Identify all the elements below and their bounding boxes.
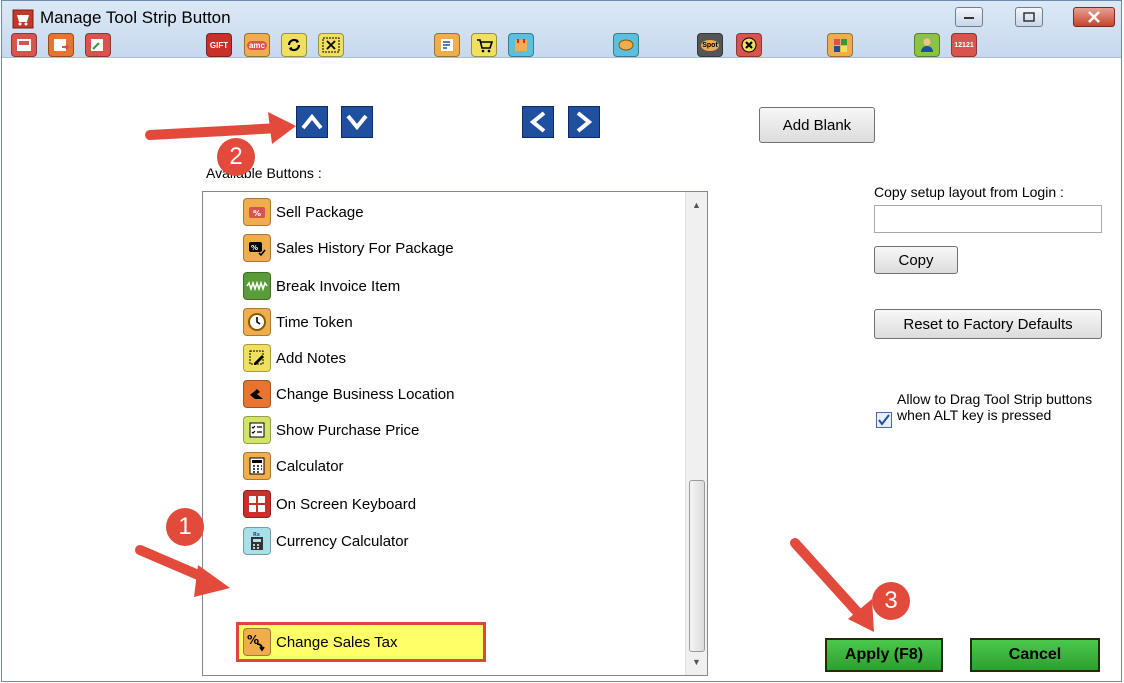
gift-label: GIFT: [209, 40, 229, 50]
minimize-icon: [964, 17, 974, 19]
list-item-label: Show Purchase Price: [276, 421, 420, 439]
allow-drag-checkbox[interactable]: [876, 412, 892, 428]
list-item[interactable]: % Sell Package: [243, 196, 683, 228]
dialog-body: Add Blank Available Buttons : % Sell Pac…: [2, 58, 1121, 683]
title-bar: Manage Tool Strip Button GIFT amc Spot 1…: [2, 1, 1121, 58]
login-input[interactable]: [874, 205, 1102, 233]
minimize-button[interactable]: [955, 7, 983, 27]
svg-text:%: %: [253, 209, 261, 218]
cancel-icon[interactable]: [736, 33, 762, 57]
list-item-label: Change Business Location: [276, 385, 455, 403]
close-button[interactable]: [1073, 7, 1115, 27]
svg-text:Rs: Rs: [253, 532, 260, 538]
maximize-icon: [1023, 12, 1035, 22]
list-item-label: Time Token: [276, 313, 353, 331]
list-item[interactable]: Add Notes: [243, 342, 683, 374]
callout-badge-3: 3: [872, 582, 910, 620]
available-buttons-list[interactable]: % Sell Package % Sales History For Packa…: [202, 191, 708, 676]
scroll-thumb[interactable]: [689, 480, 705, 652]
callout-badge-2: 2: [217, 138, 255, 176]
arrow-left-icon: [530, 111, 546, 133]
window-title: Manage Tool Strip Button: [40, 8, 231, 27]
calendar-icon[interactable]: 12121: [951, 33, 977, 57]
list-item-label: Add Notes: [276, 349, 347, 367]
keyboard-icon: [243, 490, 271, 518]
list-item[interactable]: % Sales History For Package: [243, 232, 683, 264]
list-item-label: Change Sales Tax: [276, 633, 398, 651]
list-item[interactable]: Change Business Location: [243, 378, 683, 410]
move-left-button[interactable]: [522, 106, 554, 138]
arrow-right-icon: [576, 111, 592, 133]
scroll-up-icon[interactable]: ▲: [692, 200, 702, 210]
list-scrollbar[interactable]: ▲ ▼: [685, 192, 707, 675]
close-icon: [1088, 11, 1100, 23]
callout-badge-1: 1: [166, 508, 204, 546]
list-item-label: Sales History For Package: [276, 239, 454, 257]
maximize-button[interactable]: [1015, 7, 1043, 27]
checklist-icon: [243, 416, 271, 444]
refresh-icon[interactable]: [281, 33, 307, 57]
register-icon[interactable]: [11, 33, 37, 57]
reports-icon[interactable]: [508, 33, 534, 57]
cart-icon: [12, 9, 34, 34]
check-icon: [878, 414, 890, 426]
arrow-down-icon: [346, 114, 368, 130]
move-down-button[interactable]: [341, 106, 373, 138]
svg-text:%: %: [251, 244, 258, 252]
package-icon: %: [243, 198, 271, 226]
copy-from-login-label: Copy setup layout from Login :: [874, 184, 1064, 200]
apply-button[interactable]: Apply (F8): [825, 638, 943, 672]
location-icon: [243, 380, 271, 408]
break-invoice-icon: [243, 272, 271, 300]
arrow-up-icon: [301, 114, 323, 130]
list-item[interactable]: Calculator: [243, 450, 683, 482]
date-label: 12121: [954, 41, 974, 49]
list-item-label: Sell Package: [276, 203, 364, 221]
reset-factory-defaults-button[interactable]: Reset to Factory Defaults: [874, 309, 1102, 339]
cancel-button[interactable]: Cancel: [970, 638, 1100, 672]
money-icon[interactable]: [613, 33, 639, 57]
gift-card-icon[interactable]: GIFT: [206, 33, 232, 57]
calculator-icon: [243, 452, 271, 480]
move-right-button[interactable]: [568, 106, 600, 138]
list-item-label: Calculator: [276, 457, 344, 475]
manage-tool-strip-dialog: Manage Tool Strip Button GIFT amc Spot 1…: [1, 0, 1122, 682]
list-item[interactable]: Time Token: [243, 306, 683, 338]
list-item-label: On Screen Keyboard: [276, 495, 417, 513]
spot-label: Spot: [701, 39, 719, 51]
amc-icon[interactable]: amc: [244, 33, 270, 57]
scroll-down-icon[interactable]: ▼: [692, 657, 702, 667]
exchange-icon[interactable]: [85, 33, 111, 57]
customer-icon[interactable]: [914, 33, 940, 57]
package-history-icon: %: [243, 234, 271, 262]
amc-label: amc: [246, 40, 267, 50]
cart-icon[interactable]: [471, 33, 497, 57]
list-item[interactable]: Break Invoice Item: [243, 270, 683, 302]
clock-icon: [243, 308, 271, 336]
list-item-label: Currency Calculator: [276, 532, 409, 550]
notes-icon[interactable]: [434, 33, 460, 57]
add-blank-button[interactable]: Add Blank: [759, 107, 875, 143]
list-item-selected[interactable]: % Change Sales Tax: [236, 622, 486, 662]
grid-icon[interactable]: [827, 33, 853, 57]
list-item[interactable]: Rs Currency Calculator: [243, 525, 683, 557]
list-item-label: Break Invoice Item: [276, 277, 401, 295]
copy-button[interactable]: Copy: [874, 246, 958, 274]
spot-icon[interactable]: Spot: [697, 33, 723, 57]
note-pencil-icon: [243, 344, 271, 372]
return-icon[interactable]: [48, 33, 74, 57]
currency-calculator-icon: Rs: [243, 527, 271, 555]
percent-arrow-icon: %: [243, 628, 271, 656]
list-item[interactable]: On Screen Keyboard: [243, 488, 683, 520]
list-item[interactable]: Show Purchase Price: [243, 414, 683, 446]
move-up-button[interactable]: [296, 106, 328, 138]
allow-drag-label: Allow to Drag Tool Strip buttons when AL…: [897, 391, 1093, 423]
barcode-icon[interactable]: [318, 33, 344, 57]
